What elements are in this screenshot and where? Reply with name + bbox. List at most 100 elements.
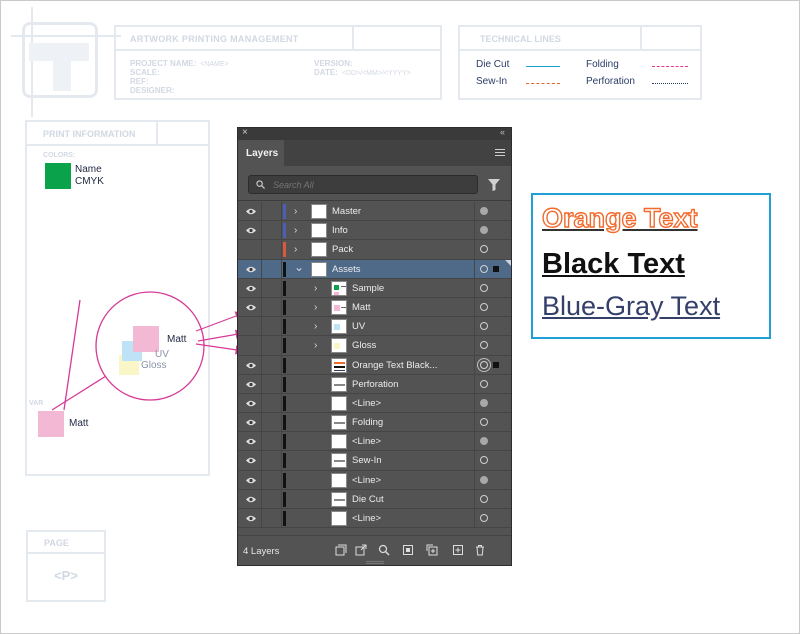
chevron-right-icon[interactable]: › [294, 206, 297, 217]
layer-row[interactable]: › Matt [238, 297, 511, 318]
layer-row[interactable]: <Line> [238, 432, 511, 452]
visibility-toggle[interactable] [238, 336, 262, 355]
layer-name[interactable]: Orange Text Black... [352, 360, 437, 371]
layer-name[interactable]: Folding [352, 417, 383, 428]
target-circle-icon[interactable] [480, 456, 488, 465]
visibility-toggle[interactable] [238, 297, 262, 317]
visibility-toggle[interactable] [238, 393, 262, 413]
visibility-toggle[interactable] [238, 432, 262, 451]
chevron-right-icon[interactable]: › [314, 283, 317, 294]
visibility-toggle[interactable] [238, 259, 262, 278]
lock-toggle[interactable] [262, 432, 282, 451]
target-circle-icon[interactable] [480, 514, 488, 522]
target-circle-icon[interactable] [480, 226, 488, 235]
tab-layers[interactable]: Layers [238, 140, 284, 166]
visibility-toggle[interactable] [238, 202, 262, 221]
layer-row[interactable]: › Info [238, 221, 511, 241]
layer-row[interactable]: Folding [238, 413, 511, 433]
layer-row[interactable]: Sew-In [238, 451, 511, 471]
layer-name[interactable]: <Line> [352, 475, 381, 486]
layer-row[interactable]: <Line> [238, 470, 511, 490]
lock-toggle[interactable] [262, 413, 282, 432]
lock-toggle[interactable] [262, 259, 282, 278]
visibility-toggle[interactable] [238, 278, 262, 297]
lock-toggle[interactable] [262, 374, 282, 393]
target-circle-icon[interactable] [480, 322, 488, 331]
target-circle-icon[interactable] [480, 494, 488, 503]
lock-toggle[interactable] [262, 278, 282, 297]
target-circle-icon[interactable] [480, 360, 488, 369]
target-circle-icon[interactable] [480, 379, 488, 388]
target-circle-icon[interactable] [480, 418, 488, 427]
layer-row[interactable]: › Gloss [238, 336, 511, 356]
layer-row[interactable]: Die Cut [238, 489, 511, 509]
target-circle-icon[interactable] [480, 437, 488, 446]
target-circle-icon[interactable] [480, 398, 488, 407]
chevron-right-icon[interactable]: › [294, 244, 297, 255]
target-circle-icon[interactable] [480, 302, 488, 311]
layer-name[interactable]: UV [352, 321, 365, 332]
layer-name[interactable]: Sample [352, 283, 384, 294]
new-layer-icon[interactable] [452, 544, 464, 556]
export-icon[interactable] [355, 544, 367, 556]
visibility-toggle[interactable] [238, 374, 262, 393]
layer-name[interactable]: Matt [352, 302, 370, 313]
visibility-toggle[interactable] [238, 489, 262, 508]
lock-toggle[interactable] [262, 355, 282, 374]
filter-icon[interactable] [488, 179, 500, 191]
layer-row[interactable]: <Line> [238, 509, 511, 529]
lock-toggle[interactable] [262, 336, 282, 355]
layer-row[interactable]: › UV [238, 317, 511, 337]
layer-name[interactable]: Info [332, 225, 348, 236]
layer-name[interactable]: <Line> [352, 436, 381, 447]
layer-row[interactable]: › Pack [238, 240, 511, 260]
layer-name[interactable]: Perforation [352, 379, 398, 390]
visibility-toggle[interactable] [238, 355, 262, 374]
lock-toggle[interactable] [262, 509, 282, 528]
visibility-toggle[interactable] [238, 413, 262, 432]
layer-row[interactable]: › Sample [238, 278, 511, 298]
visibility-toggle[interactable] [238, 470, 262, 489]
target-circle-icon[interactable] [480, 341, 488, 350]
target-circle-icon[interactable] [480, 475, 488, 484]
search-field[interactable] [248, 175, 478, 194]
chevron-down-icon[interactable]: ⌄ [294, 260, 304, 274]
lock-toggle[interactable] [262, 451, 282, 470]
lock-toggle[interactable] [262, 297, 282, 317]
target-circle-icon[interactable] [480, 283, 488, 292]
new-sublayer-icon[interactable] [426, 544, 438, 556]
chevron-right-icon[interactable]: › [314, 321, 317, 332]
layer-row[interactable]: Perforation [238, 374, 511, 394]
lock-toggle[interactable] [262, 221, 282, 240]
layer-row[interactable]: › Master [238, 202, 511, 222]
locate-object-icon[interactable] [378, 544, 390, 556]
lock-toggle[interactable] [262, 489, 282, 508]
resize-grip[interactable] [366, 561, 384, 564]
collapse-icon[interactable]: « [500, 127, 505, 137]
visibility-toggle[interactable] [238, 240, 262, 259]
visibility-toggle[interactable] [238, 317, 262, 336]
clipping-mask-icon[interactable] [402, 544, 414, 556]
panel-titlebar[interactable]: × « [238, 127, 511, 140]
layer-name[interactable]: <Line> [352, 398, 381, 409]
layer-name[interactable]: Master [332, 206, 361, 217]
layer-row[interactable]: <Line> [238, 393, 511, 414]
layer-row[interactable]: Orange Text Black... [238, 355, 511, 375]
layer-name[interactable]: Gloss [352, 340, 376, 351]
layer-name[interactable]: Assets [332, 264, 361, 275]
target-circle-icon[interactable] [480, 207, 488, 215]
delete-layer-icon[interactable] [474, 544, 486, 556]
layer-name[interactable]: Die Cut [352, 494, 384, 505]
selection-square-icon[interactable] [493, 265, 499, 272]
panel-menu-icon[interactable] [495, 149, 505, 158]
layer-name[interactable]: Sew-In [352, 455, 382, 466]
lock-toggle[interactable] [262, 202, 282, 221]
selection-square-icon[interactable] [493, 361, 499, 368]
chevron-right-icon[interactable]: › [294, 225, 297, 236]
target-circle-icon[interactable] [480, 264, 488, 273]
visibility-toggle[interactable] [238, 221, 262, 240]
visibility-toggle[interactable] [238, 509, 262, 528]
lock-toggle[interactable] [262, 317, 282, 336]
chevron-right-icon[interactable]: › [314, 302, 317, 313]
layer-name[interactable]: <Line> [352, 513, 381, 524]
